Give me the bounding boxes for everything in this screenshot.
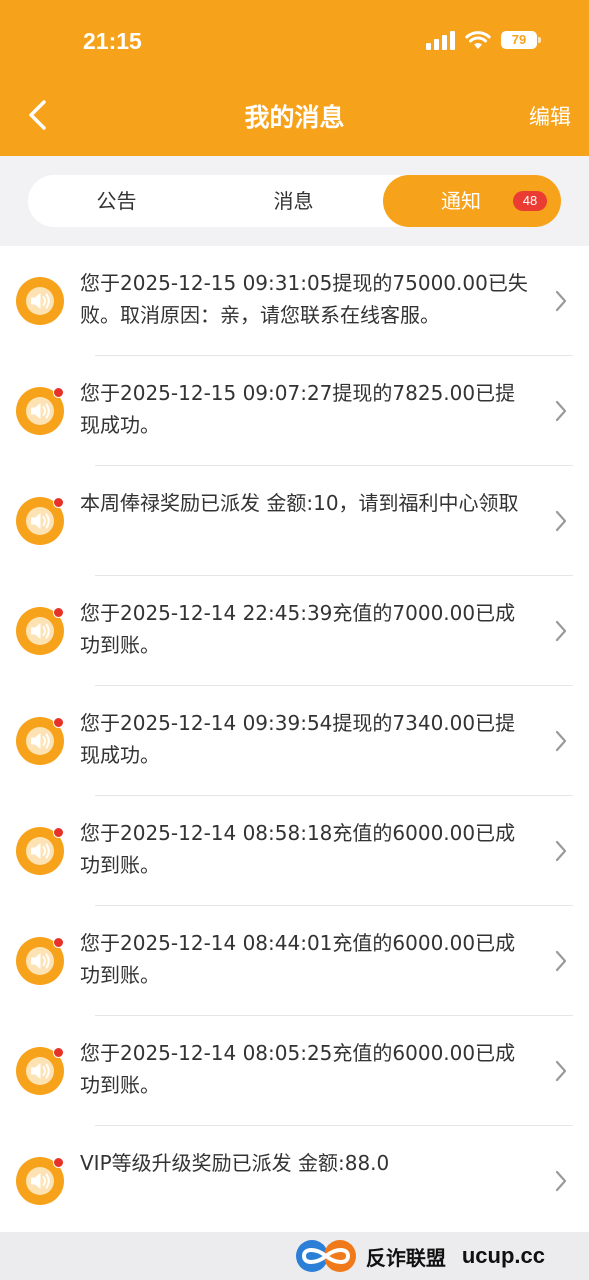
speaker-icon <box>16 607 64 655</box>
tab-label: 公告 <box>96 189 137 213</box>
speaker-icon <box>16 387 64 435</box>
status-time: 21:15 <box>83 28 142 54</box>
message-item[interactable]: 您于2025-12-15 09:07:27提现的7825.00已提现成功。 <box>0 356 589 466</box>
speaker-icon <box>16 277 64 325</box>
chevron-right-icon <box>554 1169 568 1193</box>
tab-announcements[interactable]: 公告 <box>28 175 205 227</box>
chevron-right-icon <box>554 949 568 973</box>
watermark-site: ucup.cc <box>461 1243 545 1268</box>
message-text: VIP等级升级奖励已派发 金额:88.0 <box>80 1151 390 1175</box>
status-icons: 79 <box>426 30 541 50</box>
tab-messages[interactable]: 消息 <box>205 175 382 227</box>
unread-dot <box>53 1047 64 1058</box>
message-text: 您于2025-12-14 22:45:39充值的7000.00已成功到账。 <box>80 601 516 657</box>
app-header: 21:15 79 我的消息 编辑 <box>0 0 589 156</box>
watermark: 反诈联盟 ucup.cc <box>294 1238 545 1274</box>
unread-dot <box>53 387 64 398</box>
message-item[interactable]: 您于2025-12-14 22:45:39充值的7000.00已成功到账。 <box>0 576 589 686</box>
chevron-right-icon <box>554 839 568 863</box>
message-item[interactable]: 您于2025-12-14 08:58:18充值的6000.00已成功到账。 <box>0 796 589 906</box>
tabs-bar: 公告 消息 通知 48 <box>0 156 589 246</box>
tab-notifications[interactable]: 通知 48 <box>383 175 561 227</box>
chevron-right-icon <box>554 1059 568 1083</box>
chevron-right-icon <box>554 509 568 533</box>
speaker-icon <box>16 1047 64 1095</box>
wifi-icon <box>465 31 491 49</box>
message-item[interactable]: 您于2025-12-14 08:05:25充值的6000.00已成功到账。 <box>0 1016 589 1126</box>
unread-dot <box>53 607 64 618</box>
message-text: 您于2025-12-14 08:58:18充值的6000.00已成功到账。 <box>80 821 516 877</box>
speaker-icon <box>16 827 64 875</box>
battery-icon: 79 <box>501 31 541 49</box>
unread-dot <box>53 717 64 728</box>
watermark-name: 反诈联盟 <box>365 1247 446 1270</box>
unread-dot <box>53 827 64 838</box>
message-text: 您于2025-12-14 08:05:25充值的6000.00已成功到账。 <box>80 1041 516 1097</box>
message-item[interactable]: 您于2025-12-15 09:31:05提现的75000.00已失败。取消原因… <box>0 246 589 356</box>
message-item[interactable]: 您于2025-12-14 08:44:01充值的6000.00已成功到账。 <box>0 906 589 1016</box>
signal-icon <box>426 30 455 50</box>
speaker-icon <box>16 1157 64 1205</box>
speaker-icon <box>16 497 64 545</box>
unread-count-badge: 48 <box>513 191 547 211</box>
speaker-icon <box>16 937 64 985</box>
message-item[interactable]: 您于2025-12-14 09:39:54提现的7340.00已提现成功。 <box>0 686 589 796</box>
page-title: 我的消息 <box>244 103 345 132</box>
chevron-right-icon <box>554 619 568 643</box>
message-text: 您于2025-12-15 09:31:05提现的75000.00已失败。取消原因… <box>80 271 528 327</box>
speaker-icon <box>16 717 64 765</box>
infinity-logo-icon <box>295 1240 356 1272</box>
message-text: 您于2025-12-14 08:44:01充值的6000.00已成功到账。 <box>80 931 516 987</box>
message-item[interactable]: 本周俸禄奖励已派发 金额:10，请到福利中心领取 <box>0 466 589 576</box>
message-list: 您于2025-12-15 09:31:05提现的75000.00已失败。取消原因… <box>0 246 589 1232</box>
watermark-bar: 反诈联盟 ucup.cc <box>0 1232 589 1280</box>
segmented-tabs: 公告 消息 通知 48 <box>28 175 561 227</box>
chevron-right-icon <box>554 729 568 753</box>
unread-dot <box>53 497 64 508</box>
message-text: 您于2025-12-14 09:39:54提现的7340.00已提现成功。 <box>80 711 516 767</box>
unread-dot <box>53 937 64 948</box>
message-text: 您于2025-12-15 09:07:27提现的7825.00已提现成功。 <box>80 381 516 437</box>
chevron-right-icon <box>554 399 568 423</box>
message-text: 本周俸禄奖励已派发 金额:10，请到福利中心领取 <box>80 491 519 515</box>
chevron-right-icon <box>554 289 568 313</box>
message-item[interactable]: VIP等级升级奖励已派发 金额:88.0 <box>0 1126 589 1236</box>
tab-label: 消息 <box>273 189 314 213</box>
edit-button[interactable]: 编辑 <box>529 101 571 131</box>
unread-dot <box>53 1157 64 1168</box>
tab-label: 通知 <box>441 189 481 213</box>
